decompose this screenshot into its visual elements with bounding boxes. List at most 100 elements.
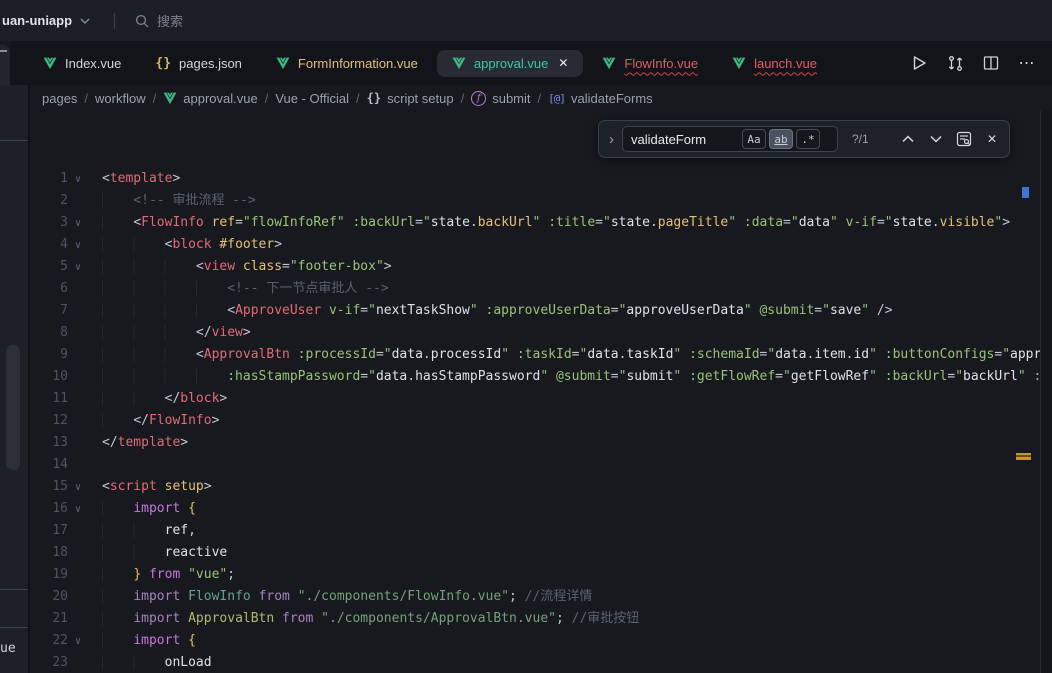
code-line-23[interactable]: 23 onLoad bbox=[30, 652, 1052, 673]
code-line-5[interactable]: 5∨ <view class="footer-box"> bbox=[30, 256, 1052, 278]
fold-chevron-icon[interactable]: ∨ bbox=[68, 169, 88, 191]
line-number: 6 bbox=[30, 278, 68, 300]
line-number: 13 bbox=[30, 432, 68, 454]
more-actions-icon[interactable]: ⋯ bbox=[1016, 52, 1038, 74]
line-number: 1 bbox=[30, 168, 68, 190]
breadcrumb-item-validateforms[interactable]: [@]validateForms bbox=[548, 91, 653, 106]
code-editor[interactable]: 1∨<template>2 <!-- 审批流程 -->3∨ <FlowInfo … bbox=[30, 111, 1052, 673]
tab-label: launch.vue bbox=[754, 56, 817, 71]
code-line-6[interactable]: 6 <!-- 下一节点审批人 --> bbox=[30, 278, 1052, 300]
line-number: 19 bbox=[30, 564, 68, 586]
breadcrumb-item-approval-vue[interactable]: approval.vue bbox=[163, 91, 257, 106]
breadcrumb-item-submit[interactable]: fsubmit bbox=[471, 91, 530, 106]
json-icon: {} bbox=[155, 56, 171, 71]
find-close-icon[interactable]: ✕ bbox=[980, 127, 1004, 151]
breadcrumb-separator: / bbox=[265, 91, 269, 106]
line-number: 2 bbox=[30, 190, 68, 212]
panel-divider bbox=[0, 140, 28, 141]
next-match-icon[interactable] bbox=[924, 127, 948, 151]
previous-match-icon[interactable] bbox=[896, 127, 920, 151]
code-line-1[interactable]: 1∨<template> bbox=[30, 168, 1052, 190]
fold-chevron-icon[interactable]: ∨ bbox=[68, 213, 88, 235]
code-line-9[interactable]: 9 <ApprovalBtn :processId="data.processI… bbox=[30, 344, 1052, 366]
left-group-tab-dash bbox=[0, 50, 7, 52]
breadcrumb-item-script-setup[interactable]: {}script setup bbox=[367, 91, 454, 106]
split-editor-icon[interactable] bbox=[980, 52, 1002, 74]
fold-chevron-icon[interactable]: ∨ bbox=[68, 235, 88, 257]
regex-button[interactable]: .* bbox=[796, 129, 820, 149]
code-line-20[interactable]: 20 import FlowInfo from "./components/Fl… bbox=[30, 586, 1052, 608]
tab-label: FormInformation.vue bbox=[298, 56, 418, 71]
field-symbol-icon: [@] bbox=[548, 92, 565, 105]
method-symbol-icon: f bbox=[471, 91, 486, 106]
tab-label: Index.vue bbox=[65, 56, 121, 71]
tab-approval-vue[interactable]: approval.vue✕ bbox=[437, 50, 584, 77]
code-line-19[interactable]: 19 } from "vue"; bbox=[30, 564, 1052, 586]
vue-icon bbox=[452, 57, 466, 70]
close-icon[interactable]: ✕ bbox=[558, 56, 568, 70]
whole-word-button[interactable]: ab bbox=[769, 129, 793, 149]
code-line-22[interactable]: 22∨ import { bbox=[30, 630, 1052, 652]
tab-forminformation-vue[interactable]: FormInformation.vue bbox=[261, 50, 433, 77]
code-line-18[interactable]: 18 reactive bbox=[30, 542, 1052, 564]
overview-marker-blue bbox=[1022, 187, 1029, 198]
line-number: 16 bbox=[30, 498, 68, 520]
breadcrumb-item-workflow[interactable]: workflow bbox=[95, 91, 146, 106]
tab-pages-json[interactable]: {} pages.json bbox=[140, 50, 257, 77]
fold-chevron-icon[interactable]: ∨ bbox=[68, 631, 88, 653]
code-line-17[interactable]: 17 ref, bbox=[30, 520, 1052, 542]
code-line-2[interactable]: 2 <!-- 审批流程 --> bbox=[30, 190, 1052, 212]
line-number: 11 bbox=[30, 388, 68, 410]
find-in-selection-icon[interactable] bbox=[952, 127, 976, 151]
vue-icon bbox=[43, 57, 57, 70]
code-line-8[interactable]: 8 </view> bbox=[30, 322, 1052, 344]
tab-flowinfo-vue[interactable]: FlowInfo.vue bbox=[587, 50, 713, 77]
panel-scrollbar-thumb[interactable] bbox=[6, 345, 20, 470]
find-input[interactable] bbox=[631, 132, 739, 147]
match-case-button[interactable]: Aa bbox=[742, 129, 766, 149]
vue-icon bbox=[163, 92, 177, 105]
code-line-16[interactable]: 16∨ import { bbox=[30, 498, 1052, 520]
code-line-12[interactable]: 12 </FlowInfo> bbox=[30, 410, 1052, 432]
code-line-7[interactable]: 7 <ApproveUser v-if="nextTaskShow" :appr… bbox=[30, 300, 1052, 322]
breadcrumb: pages / workflow / approval.vue / Vue - Offici… bbox=[30, 85, 1052, 111]
global-search[interactable]: 搜索 bbox=[135, 11, 183, 30]
breadcrumb-separator: / bbox=[461, 91, 465, 106]
tab-bar: Index.vue {} pages.json FormInformation.vue… bbox=[10, 41, 1052, 85]
code-line-4[interactable]: 4∨ <block #footer> bbox=[30, 234, 1052, 256]
tab-index-vue[interactable]: Index.vue bbox=[28, 50, 136, 77]
code-line-10[interactable]: 10 :hasStampPassword="data.hasStampPassw… bbox=[30, 366, 1052, 388]
tab-launch-vue[interactable]: launch.vue bbox=[717, 50, 832, 77]
find-expand-chevron-icon[interactable]: › bbox=[599, 131, 622, 148]
fold-chevron-icon[interactable]: ∨ bbox=[68, 257, 88, 279]
overview-marker-orange bbox=[1016, 453, 1031, 460]
breadcrumb-item-vue-official[interactable]: Vue - Official bbox=[275, 91, 349, 106]
fold-chevron-icon[interactable]: ∨ bbox=[68, 499, 88, 521]
line-number: 9 bbox=[30, 344, 68, 366]
fold-chevron-icon[interactable]: ∨ bbox=[68, 477, 88, 499]
find-input-box: Aa ab .* bbox=[622, 126, 838, 152]
tab-label: pages.json bbox=[179, 56, 242, 71]
titlebar-divider bbox=[114, 13, 115, 29]
code-line-11[interactable]: 11 </block> bbox=[30, 388, 1052, 410]
line-number: 21 bbox=[30, 608, 68, 630]
run-icon[interactable] bbox=[908, 52, 930, 74]
line-number: 10 bbox=[30, 366, 68, 388]
line-number: 18 bbox=[30, 542, 68, 564]
project-name[interactable]: uan-uniapp bbox=[2, 13, 72, 28]
compare-changes-icon[interactable] bbox=[944, 52, 966, 74]
breadcrumb-separator: / bbox=[153, 91, 157, 106]
breadcrumb-item-pages[interactable]: pages bbox=[42, 91, 77, 106]
chevron-down-icon[interactable] bbox=[80, 18, 90, 24]
code-line-13[interactable]: 13</template> bbox=[30, 432, 1052, 454]
line-number: 7 bbox=[30, 300, 68, 322]
editor-scrollbar-track[interactable] bbox=[1040, 111, 1052, 673]
code-line-3[interactable]: 3∨ <FlowInfo ref="flowInfoRef" :backUrl=… bbox=[30, 212, 1052, 234]
code-line-15[interactable]: 15∨<script setup> bbox=[30, 476, 1052, 498]
code-line-14[interactable]: 14 bbox=[30, 454, 1052, 476]
line-number: 15 bbox=[30, 476, 68, 498]
left-editor-group-partial: ue bbox=[0, 85, 30, 673]
code-line-21[interactable]: 21 import ApprovalBtn from "./components… bbox=[30, 608, 1052, 630]
code-area[interactable]: 1∨<template>2 <!-- 审批流程 -->3∨ <FlowInfo … bbox=[30, 168, 1052, 673]
panel-divider bbox=[0, 627, 28, 628]
